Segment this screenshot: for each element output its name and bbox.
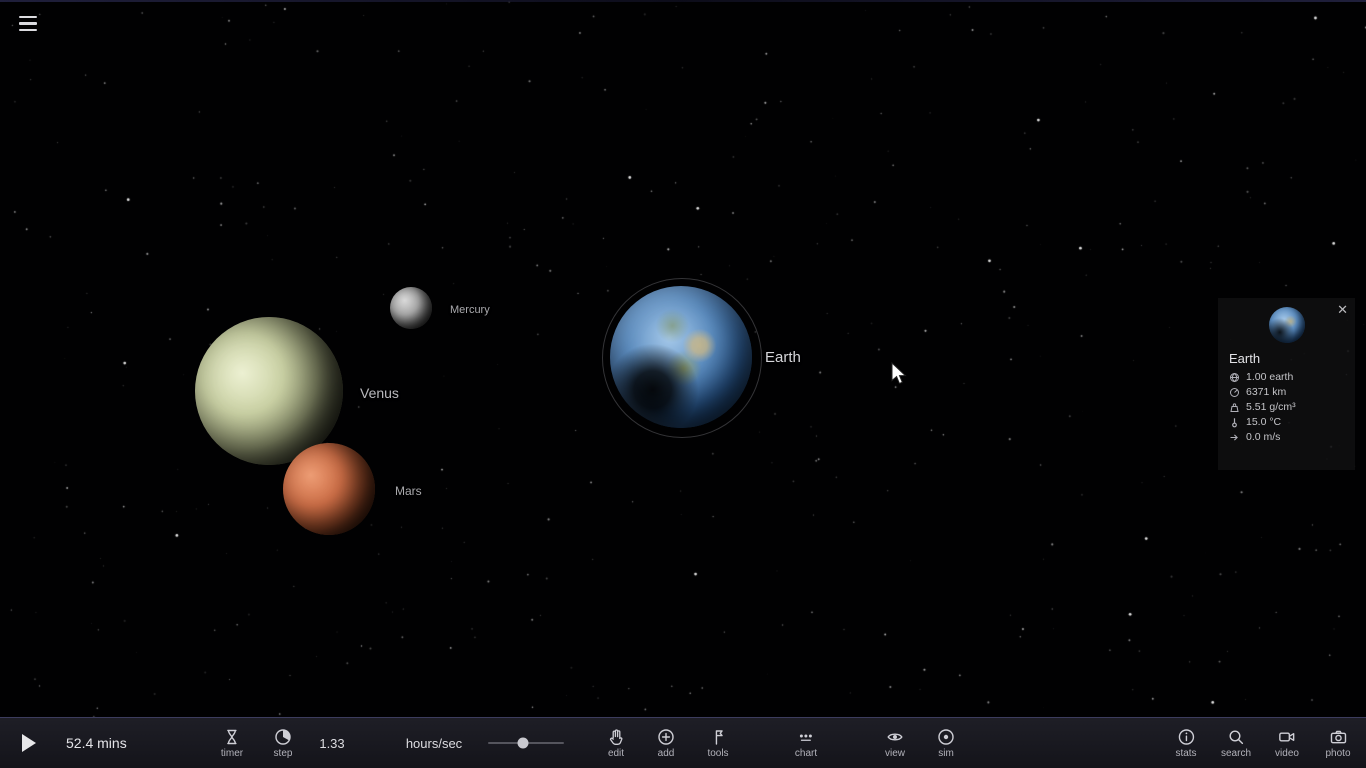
sim-target-icon xyxy=(936,727,956,747)
top-accent-line xyxy=(0,0,1366,2)
property-row-density: 5.51 g/cm³ xyxy=(1229,401,1344,413)
play-button[interactable] xyxy=(22,734,36,752)
sim-label: sim xyxy=(938,748,954,759)
tools-flag-icon xyxy=(708,727,728,747)
menu-icon[interactable] xyxy=(19,16,37,31)
planet-mars[interactable] xyxy=(283,443,375,535)
property-row-velocity: 0.0 m/s xyxy=(1229,431,1344,443)
density-icon xyxy=(1229,402,1240,413)
chart-button[interactable]: chart xyxy=(795,718,817,768)
search-button[interactable]: search xyxy=(1221,718,1251,768)
stats-label: stats xyxy=(1175,748,1196,759)
velocity-icon xyxy=(1229,432,1240,443)
timer-label: timer xyxy=(221,748,243,759)
step-label: step xyxy=(274,748,293,759)
mouse-cursor-icon xyxy=(890,362,912,391)
mass-icon xyxy=(1229,372,1240,383)
photo-label: photo xyxy=(1325,748,1350,759)
hand-edit-icon xyxy=(606,727,626,747)
time-rate-slider[interactable] xyxy=(488,718,564,768)
property-value: 6371 km xyxy=(1246,386,1286,398)
add-label: add xyxy=(658,748,675,759)
property-value: 15.0 °C xyxy=(1246,416,1281,428)
bottom-toolbar: 52.4 mins timer step 1.33 hours/sec edit… xyxy=(0,717,1366,768)
planet-earth[interactable] xyxy=(610,286,752,428)
slider-handle[interactable] xyxy=(517,738,528,749)
add-button[interactable]: add xyxy=(656,718,676,768)
view-label: view xyxy=(885,748,905,759)
info-panel-title: Earth xyxy=(1229,351,1344,366)
property-row-radius: 6371 km xyxy=(1229,386,1344,398)
planet-label-mercury[interactable]: Mercury xyxy=(450,304,490,316)
eye-icon xyxy=(885,727,905,747)
earth-thumbnail xyxy=(1269,307,1305,343)
video-label: video xyxy=(1275,748,1299,759)
edit-label: edit xyxy=(608,748,624,759)
chart-dots-icon xyxy=(796,727,816,747)
elapsed-time[interactable]: 52.4 mins xyxy=(66,718,127,768)
search-label: search xyxy=(1221,748,1251,759)
info-icon xyxy=(1176,727,1196,747)
search-icon xyxy=(1226,727,1246,747)
tools-button[interactable]: tools xyxy=(707,718,728,768)
radius-icon xyxy=(1229,387,1240,398)
stats-button[interactable]: stats xyxy=(1175,718,1196,768)
video-button[interactable]: video xyxy=(1275,718,1299,768)
tools-label: tools xyxy=(707,748,728,759)
step-icon xyxy=(273,727,293,747)
sim-button[interactable]: sim xyxy=(936,718,956,768)
photo-button[interactable]: photo xyxy=(1325,718,1350,768)
timer-icon xyxy=(222,727,242,747)
planet-label-earth[interactable]: Earth xyxy=(765,349,801,366)
edit-button[interactable]: edit xyxy=(606,718,626,768)
time-rate-unit[interactable]: hours/sec xyxy=(406,718,462,768)
chart-label: chart xyxy=(795,748,817,759)
property-value: 1.00 earth xyxy=(1246,371,1293,383)
add-icon xyxy=(656,727,676,747)
step-button[interactable]: step xyxy=(273,718,293,768)
property-row-temperature: 15.0 °C xyxy=(1229,416,1344,428)
planet-label-venus[interactable]: Venus xyxy=(360,385,399,401)
property-value: 5.51 g/cm³ xyxy=(1246,401,1296,413)
property-value: 0.0 m/s xyxy=(1246,431,1280,443)
space-viewport[interactable]: Mercury Venus Mars Earth xyxy=(0,0,1366,768)
photo-camera-icon xyxy=(1328,727,1348,747)
body-info-panel: ✕ Earth 1.00 earth 6371 km 5.51 g/cm³ 15… xyxy=(1218,298,1355,470)
time-rate-value[interactable]: 1.33 xyxy=(319,718,344,768)
timer-button[interactable]: timer xyxy=(221,718,243,768)
video-camera-icon xyxy=(1277,727,1297,747)
property-row-mass: 1.00 earth xyxy=(1229,371,1344,383)
slider-track[interactable] xyxy=(488,742,564,745)
close-icon[interactable]: ✕ xyxy=(1337,303,1348,316)
view-button[interactable]: view xyxy=(885,718,905,768)
temperature-icon xyxy=(1229,417,1240,428)
planet-label-mars[interactable]: Mars xyxy=(395,484,422,498)
planet-mercury[interactable] xyxy=(390,287,432,329)
